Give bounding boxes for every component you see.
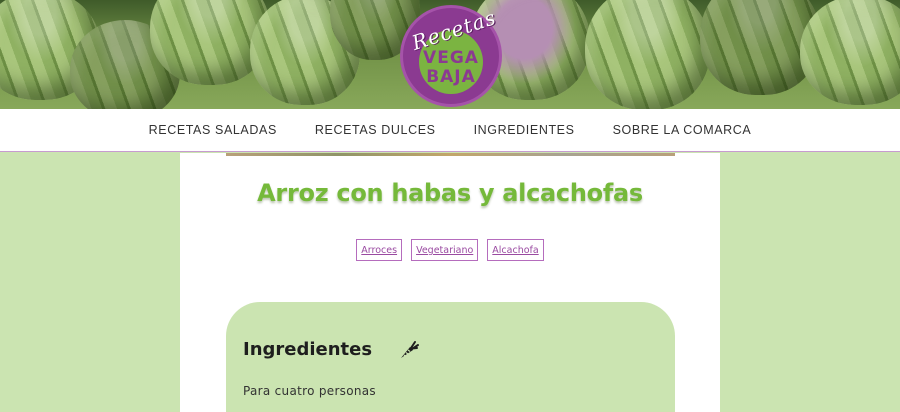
nav-link-recetas-dulces[interactable]: RECETAS DULCES — [296, 123, 455, 137]
nav-link-sobre-la-comarca[interactable]: SOBRE LA COMARCA — [594, 123, 771, 137]
carrot-icon — [401, 341, 419, 358]
main-navigation: RECETAS SALADAS RECETAS DULCES INGREDIEN… — [0, 109, 900, 152]
recipe-title: Arroz con habas y alcachofas — [257, 179, 643, 207]
servings-text: Para cuatro personas — [243, 384, 376, 398]
artichoke-image — [585, 0, 710, 109]
recipe-content: Arroz con habas y alcachofas Arroces Veg… — [180, 153, 720, 412]
site-logo[interactable]: Recetas VEGA BAJA — [400, 5, 502, 107]
ingredients-heading: Ingredientes — [243, 339, 373, 360]
ingredients-card: Ingredientes Para cuatro personas — [226, 302, 675, 412]
nav-link-recetas-saladas[interactable]: RECETAS SALADAS — [130, 123, 296, 137]
header-banner: Recetas VEGA BAJA — [0, 0, 900, 109]
logo-word-baja: BAJA — [426, 67, 476, 87]
nav-link-ingredientes[interactable]: INGREDIENTES — [455, 123, 594, 137]
logo-word-vega: VEGA — [423, 48, 479, 68]
tag-alcachofa[interactable]: Alcachofa — [487, 239, 544, 261]
recipe-photo-edge — [226, 153, 675, 156]
recipe-tags: Arroces Vegetariano Alcachofa — [180, 239, 720, 261]
artichoke-image — [800, 0, 900, 105]
tag-vegetariano[interactable]: Vegetariano — [411, 239, 479, 261]
tag-arroces[interactable]: Arroces — [356, 239, 403, 261]
